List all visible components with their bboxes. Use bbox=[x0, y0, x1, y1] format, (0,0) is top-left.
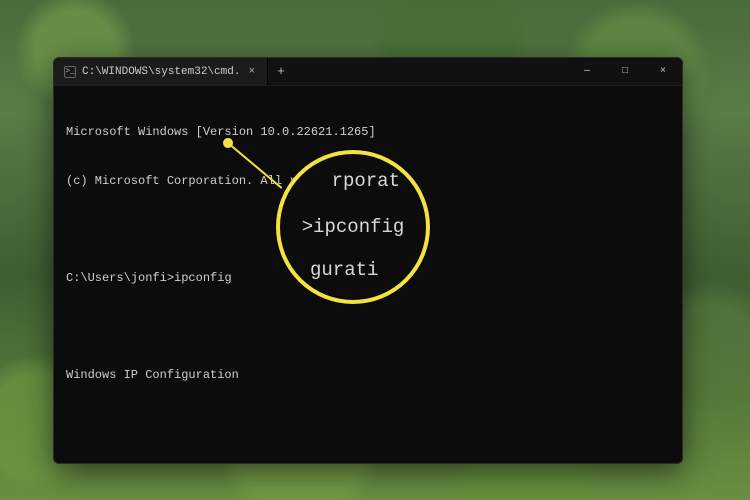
typed-command: ipconfig bbox=[174, 271, 232, 285]
desktop-wallpaper: >_ C:\WINDOWS\system32\cmd. × + — □ × Mi… bbox=[0, 0, 750, 500]
cmd-icon: >_ bbox=[64, 66, 76, 78]
version-line: Microsoft Windows [Version 10.0.22621.12… bbox=[66, 124, 670, 140]
blank-line bbox=[66, 416, 670, 432]
window-titlebar: >_ C:\WINDOWS\system32\cmd. × + — □ × bbox=[54, 58, 682, 86]
magnifier-callout: rporat >ipconfig gurati bbox=[276, 150, 430, 304]
magnifier-main-text: >ipconfig bbox=[302, 214, 405, 241]
blank-line bbox=[66, 319, 670, 335]
tab-close-button[interactable]: × bbox=[246, 66, 257, 78]
new-tab-button[interactable]: + bbox=[268, 58, 294, 85]
minimize-button[interactable]: — bbox=[568, 58, 606, 85]
tab-title: C:\WINDOWS\system32\cmd. bbox=[82, 66, 240, 78]
magnifier-fragment-bottom: gurati bbox=[310, 257, 378, 284]
close-button[interactable]: × bbox=[644, 58, 682, 85]
window-tab-cmd[interactable]: >_ C:\WINDOWS\system32\cmd. × bbox=[54, 58, 268, 85]
ipconfig-header: Windows IP Configuration bbox=[66, 367, 670, 383]
magnifier-fragment-top: rporat bbox=[332, 168, 400, 195]
titlebar-spacer bbox=[294, 58, 568, 85]
prompt: C:\Users\jonfi> bbox=[66, 271, 174, 285]
maximize-button[interactable]: □ bbox=[606, 58, 644, 85]
